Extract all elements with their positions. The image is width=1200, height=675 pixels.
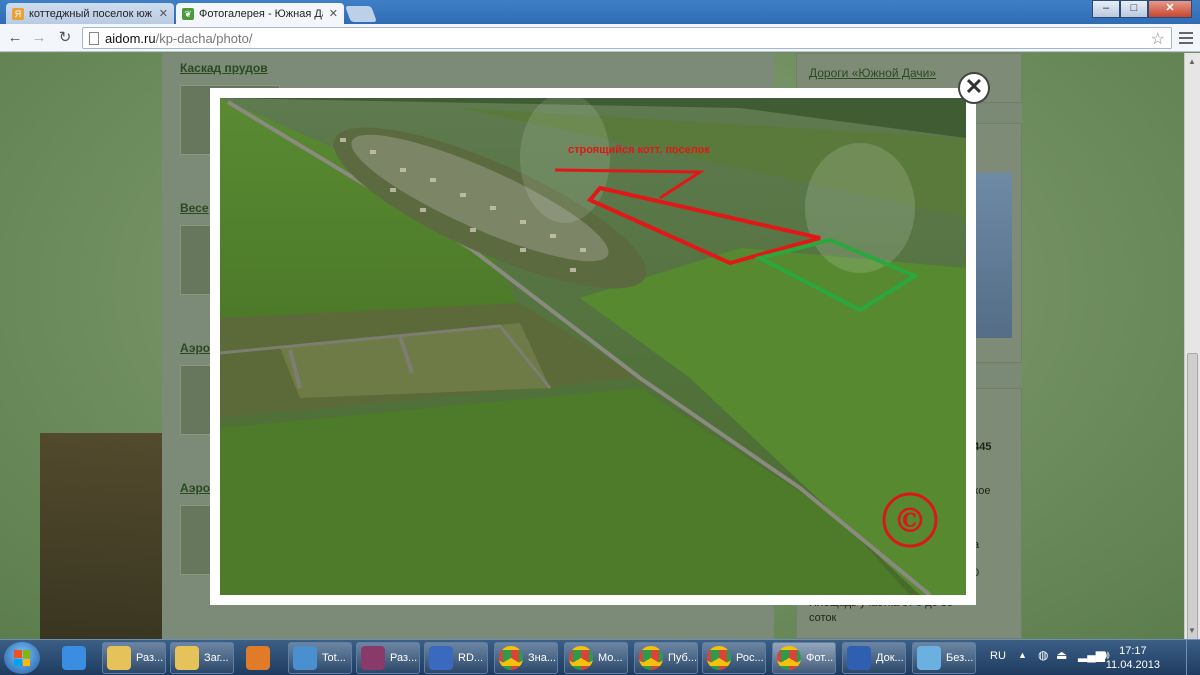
chrome-icon (777, 646, 801, 670)
winrar-icon (361, 646, 385, 670)
tab-yandex-search[interactable]: Я коттеджный поселок юж ✕ (6, 3, 174, 24)
ie-icon (61, 646, 86, 670)
taskbar-item-label: Рос... (736, 652, 764, 664)
taskbar-item-label: RD... (458, 652, 484, 664)
address-bar[interactable]: aidom.ru /kp-dacha/photo/ ☆ (82, 27, 1172, 49)
photo-lightbox: © строящийся котт. поселок (210, 88, 976, 605)
photo-annotation-label: строящийся котт. поселок (568, 144, 710, 156)
maximize-button[interactable]: □ (1120, 0, 1148, 18)
watermark-text: © (893, 501, 927, 541)
taskbar-item[interactable]: Tot... (288, 642, 352, 674)
taskbar-item[interactable]: Мо... (564, 642, 628, 674)
tray-mouse-icon[interactable]: ◍ (1038, 648, 1048, 662)
house-image (40, 433, 162, 639)
taskbar-item-label: Заг... (204, 652, 229, 664)
word-icon (847, 646, 871, 670)
gallery-link-4[interactable]: Аэро (180, 481, 210, 495)
scroll-down-icon[interactable]: ▼ (1188, 626, 1196, 635)
taskbar-item[interactable]: Фот... (772, 642, 836, 674)
chrome-icon (707, 646, 731, 670)
tab-label: Фотогалерея - Южная Да (199, 7, 323, 20)
show-desktop-button[interactable] (1186, 640, 1200, 675)
paint-icon (917, 646, 941, 670)
taskbar-item[interactable]: Раз... (356, 642, 420, 674)
media-player-icon (245, 646, 270, 670)
new-tab-button[interactable] (345, 6, 377, 22)
total-commander-icon (293, 646, 317, 670)
taskbar-item[interactable]: Раз... (102, 642, 166, 674)
tab-close-icon[interactable]: ✕ (329, 7, 338, 20)
taskbar-item-label: Без... (946, 652, 974, 664)
close-window-button[interactable]: ✕ (1148, 0, 1192, 18)
chrome-icon (569, 646, 593, 670)
gallery-link-cascade[interactable]: Каскад прудов (180, 61, 268, 75)
taskbar-item-label: Раз... (136, 652, 164, 664)
remote-desktop-icon (429, 646, 453, 670)
language-indicator[interactable]: RU (990, 650, 1006, 662)
windows-logo-icon (14, 650, 30, 666)
sidebar-area-unit: соток (809, 612, 837, 624)
browser-toolbar: ← → ↻ aidom.ru /kp-dacha/photo/ ☆ (0, 24, 1200, 52)
sidebar-link-roads[interactable]: Дороги «Южной Дачи» (809, 66, 936, 80)
yandex-icon: Я (12, 7, 24, 20)
menu-icon[interactable] (1178, 29, 1194, 45)
taskbar-item-label: Пуб... (668, 652, 697, 664)
taskbar-item-label: Док... (876, 652, 904, 664)
taskbar-item-label: Мо... (598, 652, 623, 664)
chrome-icon (639, 646, 663, 670)
windows-taskbar: RU ▲ ◍ ⏏ ▂▄▆ 🔊︎ 17:17 11.04.2013 Раз... З… (0, 639, 1200, 675)
page-icon (89, 31, 99, 45)
lightbox-close-button[interactable]: ✕ (958, 72, 990, 104)
taskbar-item[interactable]: Рос... (702, 642, 766, 674)
scrollbar-thumb[interactable] (1187, 353, 1198, 643)
start-button[interactable] (4, 642, 40, 674)
url-host: aidom.ru (105, 30, 156, 46)
aerial-photo: © строящийся котт. поселок (220, 98, 966, 595)
clock-time: 17:17 (1119, 645, 1147, 657)
taskbar-item[interactable]: RD... (424, 642, 488, 674)
folder-icon (107, 646, 131, 670)
taskbar-item[interactable]: Без... (912, 642, 976, 674)
taskbar-item[interactable] (236, 642, 284, 674)
sidebar-banner (972, 173, 1012, 338)
tab-close-icon[interactable]: ✕ (159, 7, 168, 20)
taskbar-item[interactable]: Док... (842, 642, 906, 674)
tab-label: коттеджный поселок юж (29, 7, 152, 20)
back-arrow-icon[interactable]: ← (6, 29, 24, 47)
clock-date: 11.04.2013 (1105, 659, 1160, 671)
url-path: /kp-dacha/photo/ (155, 30, 253, 46)
taskbar-item-label: Фот... (806, 652, 834, 664)
page-scrollbar[interactable]: ▲ ▼ (1184, 53, 1200, 643)
scroll-up-icon[interactable]: ▲ (1188, 57, 1196, 66)
minimize-button[interactable]: – (1092, 0, 1120, 18)
tray-expand-icon[interactable]: ▲ (1018, 650, 1027, 660)
chrome-icon (499, 646, 523, 670)
browser-tab-strip: Я коттеджный поселок юж ✕ ❦ Фотогалерея … (0, 0, 1200, 24)
bookmark-star-icon[interactable]: ☆ (1151, 29, 1165, 49)
reload-icon[interactable]: ↻ (56, 29, 74, 47)
system-clock[interactable]: 17:17 11.04.2013 (1106, 644, 1160, 672)
folder-icon (175, 646, 199, 670)
taskbar-item-label: Раз... (390, 652, 418, 664)
network-signal-icon[interactable]: ▂▄▆ (1078, 648, 1105, 662)
aerial-photo-drawing: © строящийся котт. поселок (220, 98, 966, 595)
taskbar-item[interactable] (52, 642, 100, 674)
leaf-icon: ❦ (182, 7, 194, 20)
taskbar-item-label: Tot... (322, 652, 346, 664)
tab-photo-gallery[interactable]: ❦ Фотогалерея - Южная Да ✕ (176, 3, 344, 24)
taskbar-item[interactable]: Заг... (170, 642, 234, 674)
taskbar-item[interactable]: Пуб... (634, 642, 698, 674)
window-controls: – □ ✕ (1092, 0, 1192, 18)
tray-eject-icon[interactable]: ⏏ (1056, 648, 1067, 662)
taskbar-item[interactable]: Зна... (494, 642, 558, 674)
gallery-link-2[interactable]: Весе (180, 201, 209, 215)
forward-arrow-icon[interactable]: → (30, 29, 48, 47)
gallery-link-3[interactable]: Аэро (180, 341, 210, 355)
taskbar-item-label: Зна... (528, 652, 557, 664)
